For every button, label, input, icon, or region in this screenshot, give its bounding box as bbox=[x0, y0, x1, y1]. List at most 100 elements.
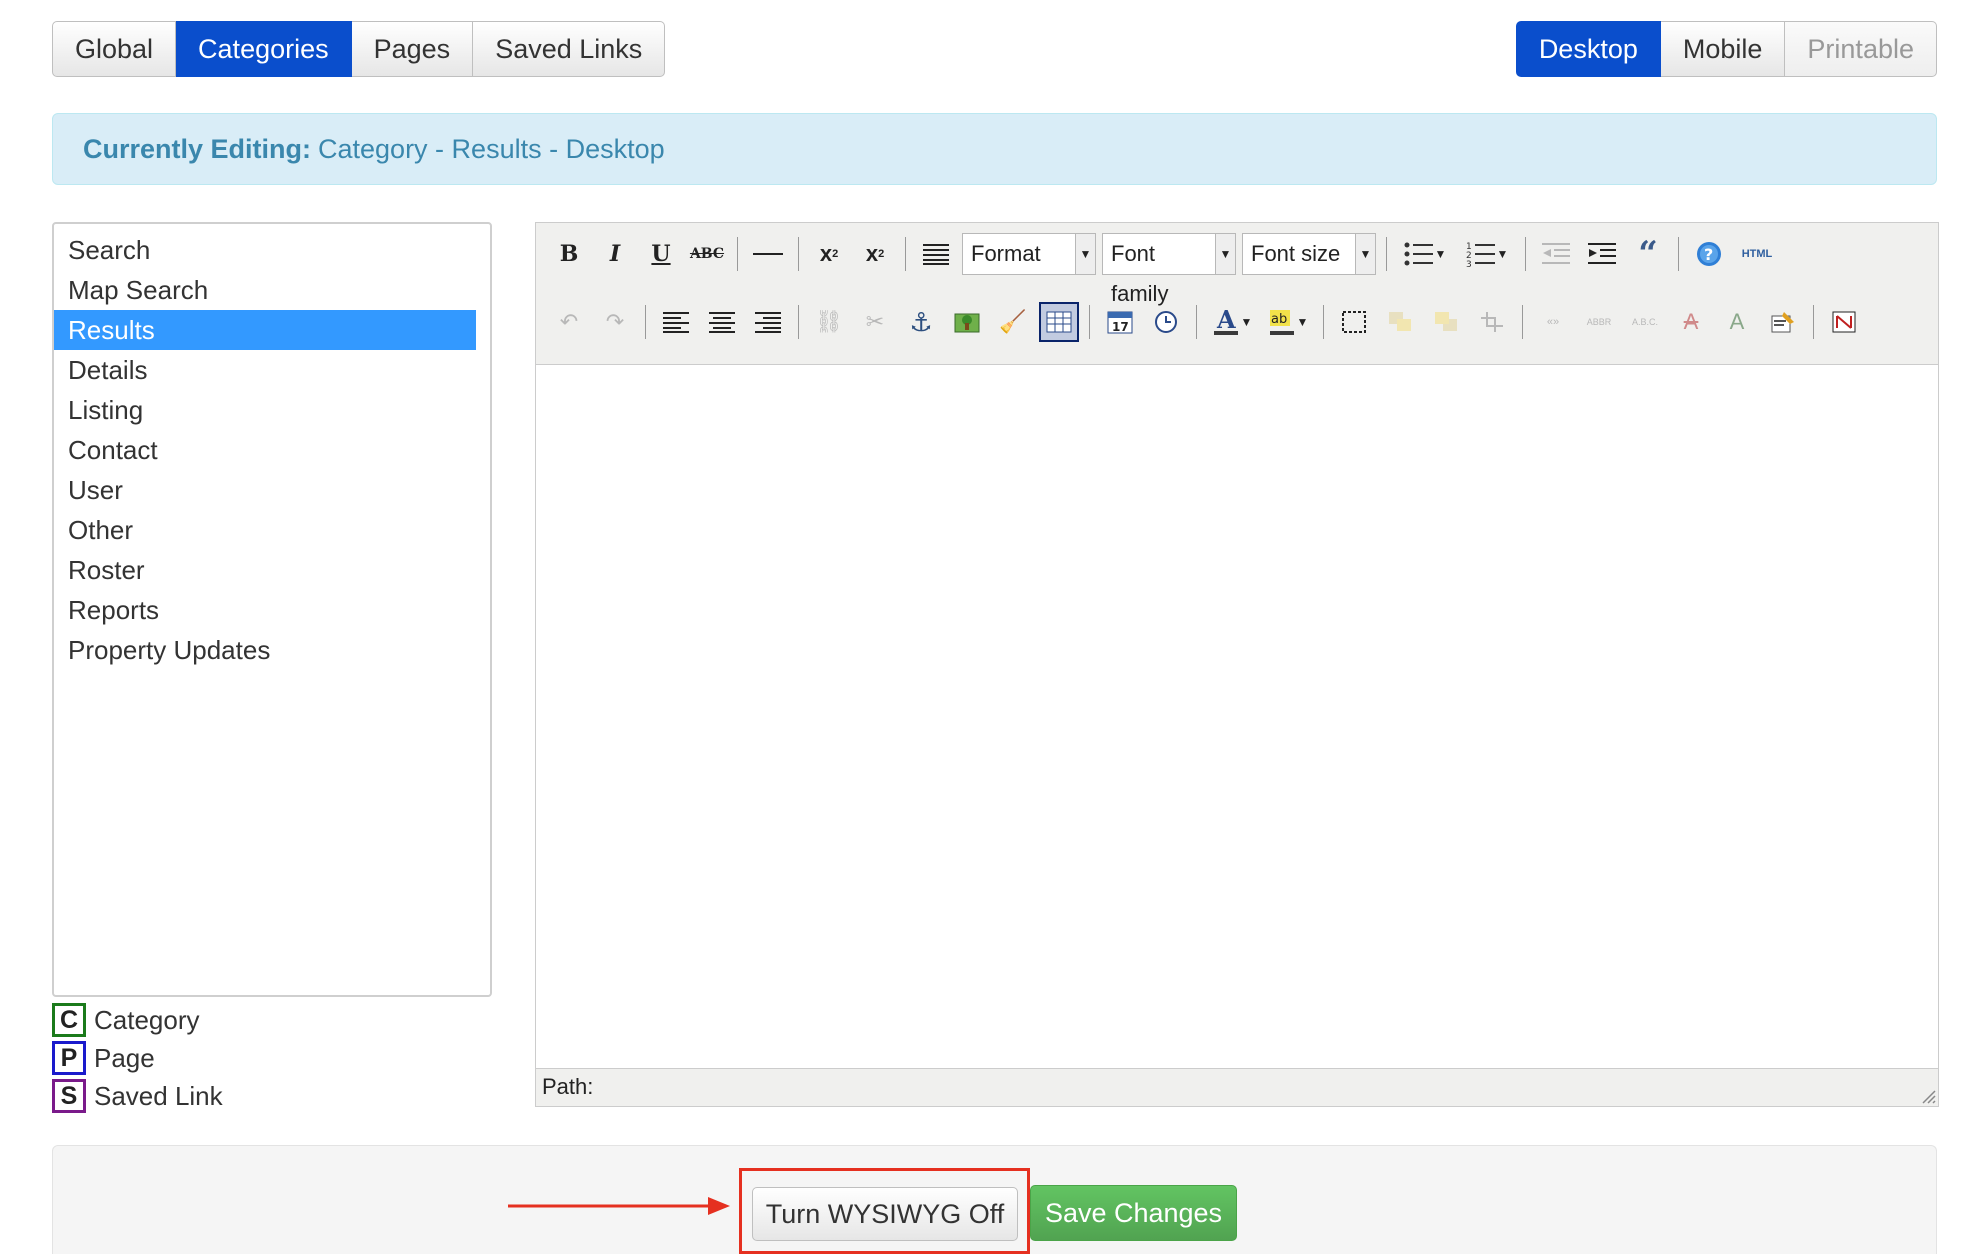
tab-printable[interactable]: Printable bbox=[1785, 21, 1937, 77]
html-source-button[interactable]: HTML bbox=[1735, 234, 1779, 274]
outdent-icon[interactable] bbox=[1536, 234, 1576, 274]
list-item-details[interactable]: Details bbox=[54, 350, 476, 390]
legend-page: P Page bbox=[52, 1039, 223, 1077]
numbered-list-icon[interactable]: 1 2 3 ▼ bbox=[1459, 234, 1515, 274]
align-left-icon[interactable] bbox=[656, 302, 696, 342]
cleanup-broom-icon[interactable]: 🧹 bbox=[993, 302, 1033, 342]
toolbar-separator bbox=[1089, 305, 1090, 339]
redo-icon[interactable]: ↷ bbox=[595, 302, 635, 342]
tab-categories[interactable]: Categories bbox=[176, 21, 352, 77]
absolute-position-icon[interactable] bbox=[1472, 302, 1512, 342]
tab-pages[interactable]: Pages bbox=[351, 21, 474, 77]
list-item-reports[interactable]: Reports bbox=[54, 590, 476, 630]
list-item-map-search[interactable]: Map Search bbox=[54, 270, 476, 310]
list-item-roster[interactable]: Roster bbox=[54, 550, 476, 590]
wysiwyg-editor: B I U ABC x2 x2 Format ▼ Font family ▼ F… bbox=[535, 222, 1939, 1107]
superscript-icon[interactable]: x2 bbox=[855, 234, 895, 274]
toolbar-separator bbox=[1323, 305, 1324, 339]
bold-icon[interactable]: B bbox=[549, 234, 589, 274]
abbreviation-icon[interactable]: ABBR bbox=[1579, 302, 1619, 342]
toolbar-separator bbox=[1522, 305, 1523, 339]
insert-time-icon[interactable] bbox=[1146, 302, 1186, 342]
toolbar-separator bbox=[737, 237, 738, 271]
editor-toolbar: B I U ABC x2 x2 Format ▼ Font family ▼ F… bbox=[536, 223, 1938, 365]
resize-grip-icon[interactable] bbox=[1920, 1088, 1936, 1104]
banner-value: Category - Results - Desktop bbox=[318, 133, 665, 164]
anchor-icon[interactable]: ⚓ bbox=[901, 302, 941, 342]
strikethrough-icon[interactable]: ABC bbox=[687, 234, 727, 274]
status-path-label: Path: bbox=[542, 1074, 594, 1099]
tab-saved-links[interactable]: Saved Links bbox=[473, 21, 666, 77]
layer-back-icon[interactable] bbox=[1426, 302, 1466, 342]
non-breaking-icon[interactable] bbox=[1824, 302, 1864, 342]
underline-icon[interactable]: U bbox=[641, 234, 681, 274]
help-icon[interactable]: ? bbox=[1689, 234, 1729, 274]
legend-category: C Category bbox=[52, 1001, 223, 1039]
legend-label: Saved Link bbox=[94, 1080, 223, 1111]
blockquote-icon[interactable]: “ bbox=[1628, 234, 1668, 274]
save-changes-button[interactable]: Save Changes bbox=[1030, 1185, 1237, 1241]
list-item-listing[interactable]: Listing bbox=[54, 390, 476, 430]
tab-desktop[interactable]: Desktop bbox=[1515, 21, 1661, 77]
list-item-results[interactable]: Results bbox=[54, 310, 476, 350]
tab-mobile[interactable]: Mobile bbox=[1660, 21, 1786, 77]
tab-global[interactable]: Global bbox=[52, 21, 177, 77]
list-item-search[interactable]: Search bbox=[54, 230, 476, 270]
justify-icon[interactable] bbox=[916, 234, 956, 274]
deletion-icon[interactable]: A bbox=[1671, 302, 1711, 342]
visual-aid-icon[interactable] bbox=[1334, 302, 1374, 342]
insertion-icon[interactable]: A bbox=[1717, 302, 1757, 342]
horizontal-rule-icon[interactable] bbox=[748, 234, 788, 274]
toolbar-separator bbox=[798, 237, 799, 271]
svg-text:3: 3 bbox=[1466, 260, 1472, 267]
toolbar-separator bbox=[1678, 237, 1679, 271]
toolbar-separator bbox=[645, 305, 646, 339]
type-legend: C Category P Page S Saved Link bbox=[52, 1001, 223, 1115]
list-item-property-updates[interactable]: Property Updates bbox=[54, 630, 476, 670]
category-badge-icon: C bbox=[52, 1003, 86, 1037]
attributes-icon[interactable] bbox=[1763, 302, 1803, 342]
legend-label: Page bbox=[94, 1042, 155, 1073]
list-item-user[interactable]: User bbox=[54, 470, 476, 510]
section-tabs: Global Categories Pages Saved Links bbox=[52, 21, 666, 77]
editor-content-area[interactable] bbox=[536, 366, 1938, 1069]
chevron-down-icon: ▼ bbox=[1215, 234, 1235, 274]
legend-label: Category bbox=[94, 1004, 200, 1035]
toolbar-separator bbox=[1525, 237, 1526, 271]
link-icon[interactable]: ⛓ bbox=[809, 302, 849, 342]
insert-date-icon[interactable]: 17 bbox=[1100, 302, 1140, 342]
category-list[interactable]: Search Map Search Results Details Listin… bbox=[52, 222, 492, 997]
image-icon[interactable] bbox=[947, 302, 987, 342]
turn-wysiwyg-off-button[interactable]: Turn WYSIWYG Off bbox=[752, 1187, 1018, 1241]
italic-icon[interactable]: I bbox=[595, 234, 635, 274]
chevron-down-icon: ▼ bbox=[1355, 234, 1375, 274]
cite-icon[interactable]: «» bbox=[1533, 302, 1573, 342]
svg-text:?: ? bbox=[1704, 245, 1713, 264]
list-item-other[interactable]: Other bbox=[54, 510, 476, 550]
font-size-select[interactable]: Font size ▼ bbox=[1242, 233, 1376, 275]
subscript-icon[interactable]: x2 bbox=[809, 234, 849, 274]
toolbar-row-2: ↶ ↷ ⛓ ✂ ⚓ 🧹 17 A ▼ ab ▼ «» ABBR A.B.C. A… bbox=[546, 297, 1867, 347]
undo-icon[interactable]: ↶ bbox=[549, 302, 589, 342]
legend-saved-link: S Saved Link bbox=[52, 1077, 223, 1115]
text-color-icon[interactable]: A ▼ bbox=[1207, 302, 1257, 342]
align-center-icon[interactable] bbox=[702, 302, 742, 342]
indent-icon[interactable] bbox=[1582, 234, 1622, 274]
table-icon[interactable] bbox=[1039, 302, 1079, 342]
annotation-arrow-icon bbox=[508, 1197, 730, 1215]
layer-front-icon[interactable] bbox=[1380, 302, 1420, 342]
font-family-select[interactable]: Font family ▼ bbox=[1102, 233, 1236, 306]
editor-statusbar: Path: bbox=[536, 1068, 1938, 1106]
svg-text:ab: ab bbox=[1271, 312, 1287, 327]
bullet-list-icon[interactable]: ▼ bbox=[1397, 234, 1453, 274]
saved-link-badge-icon: S bbox=[52, 1079, 86, 1113]
align-right-icon[interactable] bbox=[748, 302, 788, 342]
banner-label: Currently Editing: bbox=[83, 133, 311, 164]
list-item-contact[interactable]: Contact bbox=[54, 430, 476, 470]
currently-editing-banner: Currently Editing: Category - Results - … bbox=[52, 113, 1937, 185]
toolbar-separator bbox=[1813, 305, 1814, 339]
unlink-icon[interactable]: ✂ bbox=[855, 302, 895, 342]
acronym-icon[interactable]: A.B.C. bbox=[1625, 302, 1665, 342]
highlight-color-icon[interactable]: ab ▼ bbox=[1263, 302, 1313, 342]
format-select[interactable]: Format ▼ bbox=[962, 233, 1096, 275]
